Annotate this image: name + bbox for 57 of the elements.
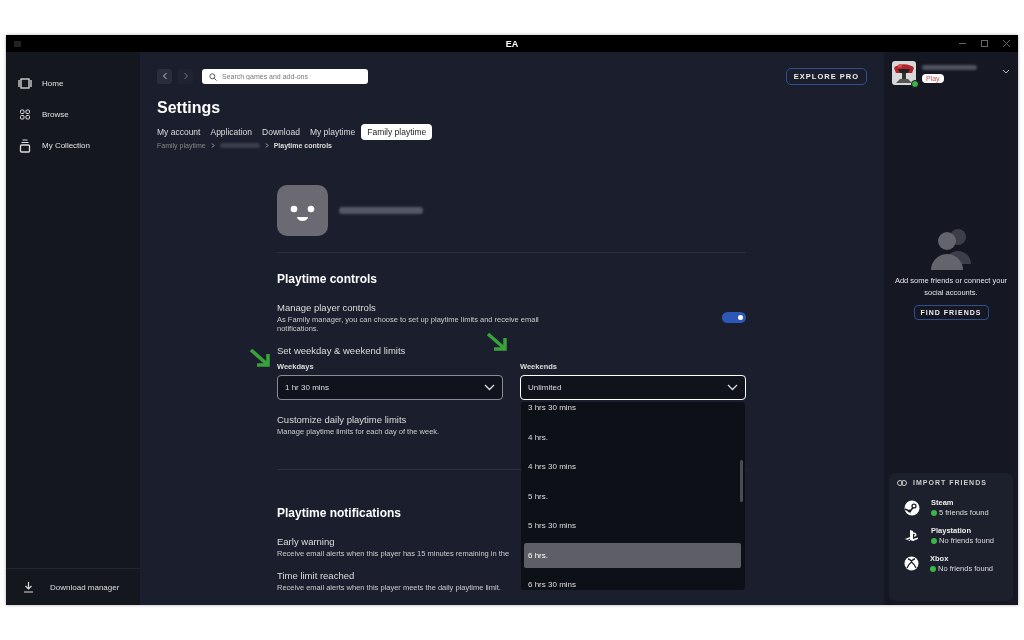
chevron-down-icon [727, 384, 738, 391]
scrollbar-thumb[interactable] [740, 460, 743, 502]
sidebar-item[interactable]: Browse [6, 99, 140, 130]
tab[interactable]: Family playtime [361, 124, 433, 140]
tab[interactable]: My playtime [305, 124, 360, 140]
setting-title: Time limit reached [277, 570, 356, 581]
status-dot [930, 565, 936, 572]
setting-title: Manage player controls [277, 302, 377, 313]
chevron-right-icon [210, 143, 215, 148]
maximize-icon[interactable] [981, 40, 988, 47]
status-dot [931, 509, 937, 516]
grid-icon [18, 109, 32, 120]
tab[interactable]: My account [153, 124, 205, 140]
dropdown-option[interactable]: 4 hrs 30 mins [524, 454, 741, 479]
chevron-left-icon [161, 72, 168, 80]
redacted-text [219, 143, 260, 148]
download-icon [23, 581, 34, 593]
link-icon [897, 479, 907, 486]
xbox-icon [904, 556, 919, 571]
tab[interactable]: Application [206, 124, 257, 140]
avatar-icon [277, 185, 328, 236]
redacted-text [922, 65, 977, 70]
forward-button[interactable] [178, 68, 193, 84]
dropdown-option[interactable]: 4 hrs. [524, 424, 741, 450]
chevron-right-icon [182, 72, 189, 80]
dropdown-option[interactable]: 6 hrs. [524, 542, 741, 568]
section-heading: Playtime controls [277, 272, 379, 286]
dropdown-option[interactable]: 3 hrs 30 mins [524, 402, 741, 420]
weekdays-dropdown[interactable]: 1 hr 30 mins [277, 375, 503, 400]
status-dot [931, 537, 937, 544]
setting-title: Early warning [277, 536, 336, 547]
setting-title: Customize daily playtime limits [277, 414, 408, 425]
close-icon[interactable] [1003, 40, 1010, 47]
dropdown-option[interactable]: 5 hrs 30 mins [524, 513, 741, 538]
section-heading: Playtime notifications [277, 506, 403, 520]
screen-icon [18, 78, 32, 89]
page-title: Settings [157, 98, 222, 118]
chevron-right-icon [264, 143, 269, 148]
dropdown-option[interactable]: 6 hrs 30 mins [524, 572, 741, 590]
playstation-icon [904, 528, 920, 543]
back-button[interactable] [157, 68, 172, 84]
window-title: EA [505, 38, 519, 49]
steam-icon [904, 499, 920, 516]
arrow-icon [486, 332, 510, 354]
sidebar-item[interactable]: Home [6, 68, 140, 99]
download-manager-item[interactable]: Download manager [6, 568, 140, 605]
chevron-down-icon[interactable] [1002, 69, 1010, 74]
chevron-down-icon [484, 384, 495, 391]
arrow-icon [249, 348, 273, 370]
toggle-switch[interactable] [722, 312, 746, 323]
collection-icon [18, 138, 32, 153]
tab[interactable]: Download [258, 124, 304, 140]
setting-title: Set weekday & weekend limits [277, 345, 407, 356]
dropdown-option[interactable]: 5 hrs. [524, 483, 741, 509]
sidebar-item[interactable]: My Collection [6, 130, 140, 161]
minimize-icon[interactable] [959, 40, 966, 47]
search-icon [209, 72, 217, 81]
